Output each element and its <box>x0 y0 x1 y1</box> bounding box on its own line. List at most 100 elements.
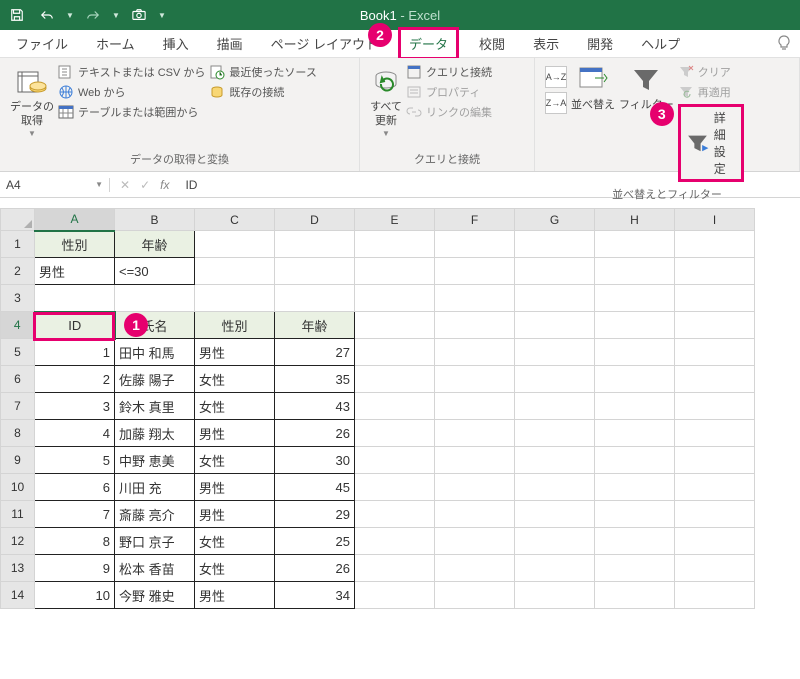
existing-conn-button[interactable]: 既存の接続 <box>209 84 316 100</box>
cell[interactable]: 加藤 翔太 <box>115 420 195 447</box>
cell[interactable]: 27 <box>275 339 355 366</box>
callout-2: 2 <box>368 23 392 47</box>
cell[interactable]: 女性 <box>195 393 275 420</box>
select-all-triangle[interactable] <box>1 209 35 231</box>
cell-A4[interactable]: ID <box>35 312 115 339</box>
cell[interactable]: 斎藤 亮介 <box>115 501 195 528</box>
cell[interactable]: 松本 香苗 <box>115 555 195 582</box>
callout-1: 1 <box>124 313 148 337</box>
cell[interactable]: 35 <box>275 366 355 393</box>
qat-more-dropdown[interactable]: ▼ <box>158 11 166 20</box>
group-queries-label: クエリと接続 <box>368 149 526 171</box>
cell[interactable]: <=30 <box>115 258 195 285</box>
cell[interactable]: 年齢 <box>275 312 355 339</box>
group-sort-label: 並べ替えとフィルター <box>543 184 791 206</box>
advanced-filter-button[interactable]: 詳細設定 <box>678 104 744 182</box>
refresh-all-button[interactable]: すべて 更新 ▼ <box>368 62 404 149</box>
cell[interactable]: 43 <box>275 393 355 420</box>
col-header-D[interactable]: D <box>275 209 355 231</box>
col-header-E[interactable]: E <box>355 209 435 231</box>
fx-icon[interactable]: fx <box>160 178 169 192</box>
tab-help[interactable]: ヘルプ <box>633 30 688 57</box>
cell[interactable]: 中野 恵美 <box>115 447 195 474</box>
cell[interactable]: 25 <box>275 528 355 555</box>
undo-dropdown[interactable]: ▼ <box>66 11 74 20</box>
col-header-H[interactable]: H <box>595 209 675 231</box>
cell[interactable]: 女性 <box>195 528 275 555</box>
cell[interactable]: 佐藤 陽子 <box>115 366 195 393</box>
cell[interactable]: 29 <box>275 501 355 528</box>
from-web-button[interactable]: Web から <box>58 84 205 100</box>
cell[interactable]: 9 <box>35 555 115 582</box>
cell[interactable]: 年齢 <box>115 231 195 258</box>
ribbon-tabs: ファイル ホーム 挿入 描画 ページ レイアウト 2 データ 校閲 表示 開発 … <box>0 30 800 58</box>
cell[interactable]: 女性 <box>195 366 275 393</box>
cell[interactable]: 45 <box>275 474 355 501</box>
cell[interactable]: 1 <box>35 339 115 366</box>
cell[interactable]: 34 <box>275 582 355 609</box>
name-box[interactable]: A4▼ <box>0 178 110 192</box>
col-header-I[interactable]: I <box>675 209 755 231</box>
redo-icon[interactable] <box>82 4 104 26</box>
recent-sources-button[interactable]: 最近使ったソース <box>209 64 316 80</box>
properties-button: プロパティ <box>406 84 492 100</box>
tell-me-icon[interactable] <box>776 35 792 51</box>
cell[interactable]: 鈴木 真里 <box>115 393 195 420</box>
cell[interactable]: 4 <box>35 420 115 447</box>
sort-asc-button[interactable]: A→Z <box>545 66 567 88</box>
tab-developer[interactable]: 開発 <box>579 30 621 57</box>
sort-button[interactable]: 並べ替え <box>569 62 617 116</box>
cell[interactable]: 男性 <box>195 339 275 366</box>
col-header-C[interactable]: C <box>195 209 275 231</box>
cell[interactable]: 26 <box>275 420 355 447</box>
cell[interactable]: 30 <box>275 447 355 474</box>
tab-view[interactable]: 表示 <box>525 30 567 57</box>
cell[interactable]: 女性 <box>195 447 275 474</box>
col-header-F[interactable]: F <box>435 209 515 231</box>
worksheet-grid[interactable]: A B C D E F G H I 1 性別 年齢 2 男性 <=30 3 4 … <box>0 208 800 609</box>
camera-icon[interactable] <box>128 4 150 26</box>
tab-draw[interactable]: 描画 <box>209 30 251 57</box>
enter-formula-icon: ✓ <box>140 178 150 192</box>
col-header-G[interactable]: G <box>515 209 595 231</box>
cell[interactable]: 男性 <box>195 474 275 501</box>
sort-desc-button[interactable]: Z→A <box>545 92 567 114</box>
col-header-A[interactable]: A <box>35 209 115 231</box>
editlinks-button: リンクの編集 <box>406 104 492 120</box>
get-data-button[interactable]: データの 取得 ▼ <box>8 62 56 149</box>
cell[interactable]: 女性 <box>195 555 275 582</box>
cell[interactable]: 26 <box>275 555 355 582</box>
cell[interactable]: 6 <box>35 474 115 501</box>
cell[interactable]: 男性 <box>195 501 275 528</box>
cell[interactable]: 男性 <box>195 582 275 609</box>
callout-3: 3 <box>650 102 674 126</box>
cell[interactable]: 2 <box>35 366 115 393</box>
col-header-B[interactable]: B <box>115 209 195 231</box>
cell[interactable]: 10 <box>35 582 115 609</box>
undo-icon[interactable] <box>36 4 58 26</box>
cell[interactable]: 川田 充 <box>115 474 195 501</box>
tab-review[interactable]: 校閲 <box>471 30 513 57</box>
cell[interactable]: 性別 <box>35 231 115 258</box>
cell[interactable]: 男性 <box>195 420 275 447</box>
cell[interactable]: 7 <box>35 501 115 528</box>
from-range-button[interactable]: テーブルまたは範囲から <box>58 104 205 120</box>
cell[interactable]: 8 <box>35 528 115 555</box>
cell[interactable]: 田中 和馬 <box>115 339 195 366</box>
cell[interactable]: 性別 <box>195 312 275 339</box>
clear-filter-button: クリア <box>678 64 744 80</box>
cell[interactable]: 男性 <box>35 258 115 285</box>
save-icon[interactable] <box>6 4 28 26</box>
tab-file[interactable]: ファイル <box>8 30 76 57</box>
cell[interactable]: 5 <box>35 447 115 474</box>
tab-data[interactable]: データ <box>398 27 459 60</box>
redo-dropdown[interactable]: ▼ <box>112 11 120 20</box>
ribbon: データの 取得 ▼ テキストまたは CSV から Web から テーブルまたは範… <box>0 58 800 172</box>
from-csv-button[interactable]: テキストまたは CSV から <box>58 64 205 80</box>
tab-insert[interactable]: 挿入 <box>155 30 197 57</box>
tab-home[interactable]: ホーム <box>88 30 143 57</box>
cell[interactable]: 3 <box>35 393 115 420</box>
cell[interactable]: 今野 雅史 <box>115 582 195 609</box>
cell[interactable]: 野口 京子 <box>115 528 195 555</box>
queries-button[interactable]: クエリと接続 <box>406 64 492 80</box>
